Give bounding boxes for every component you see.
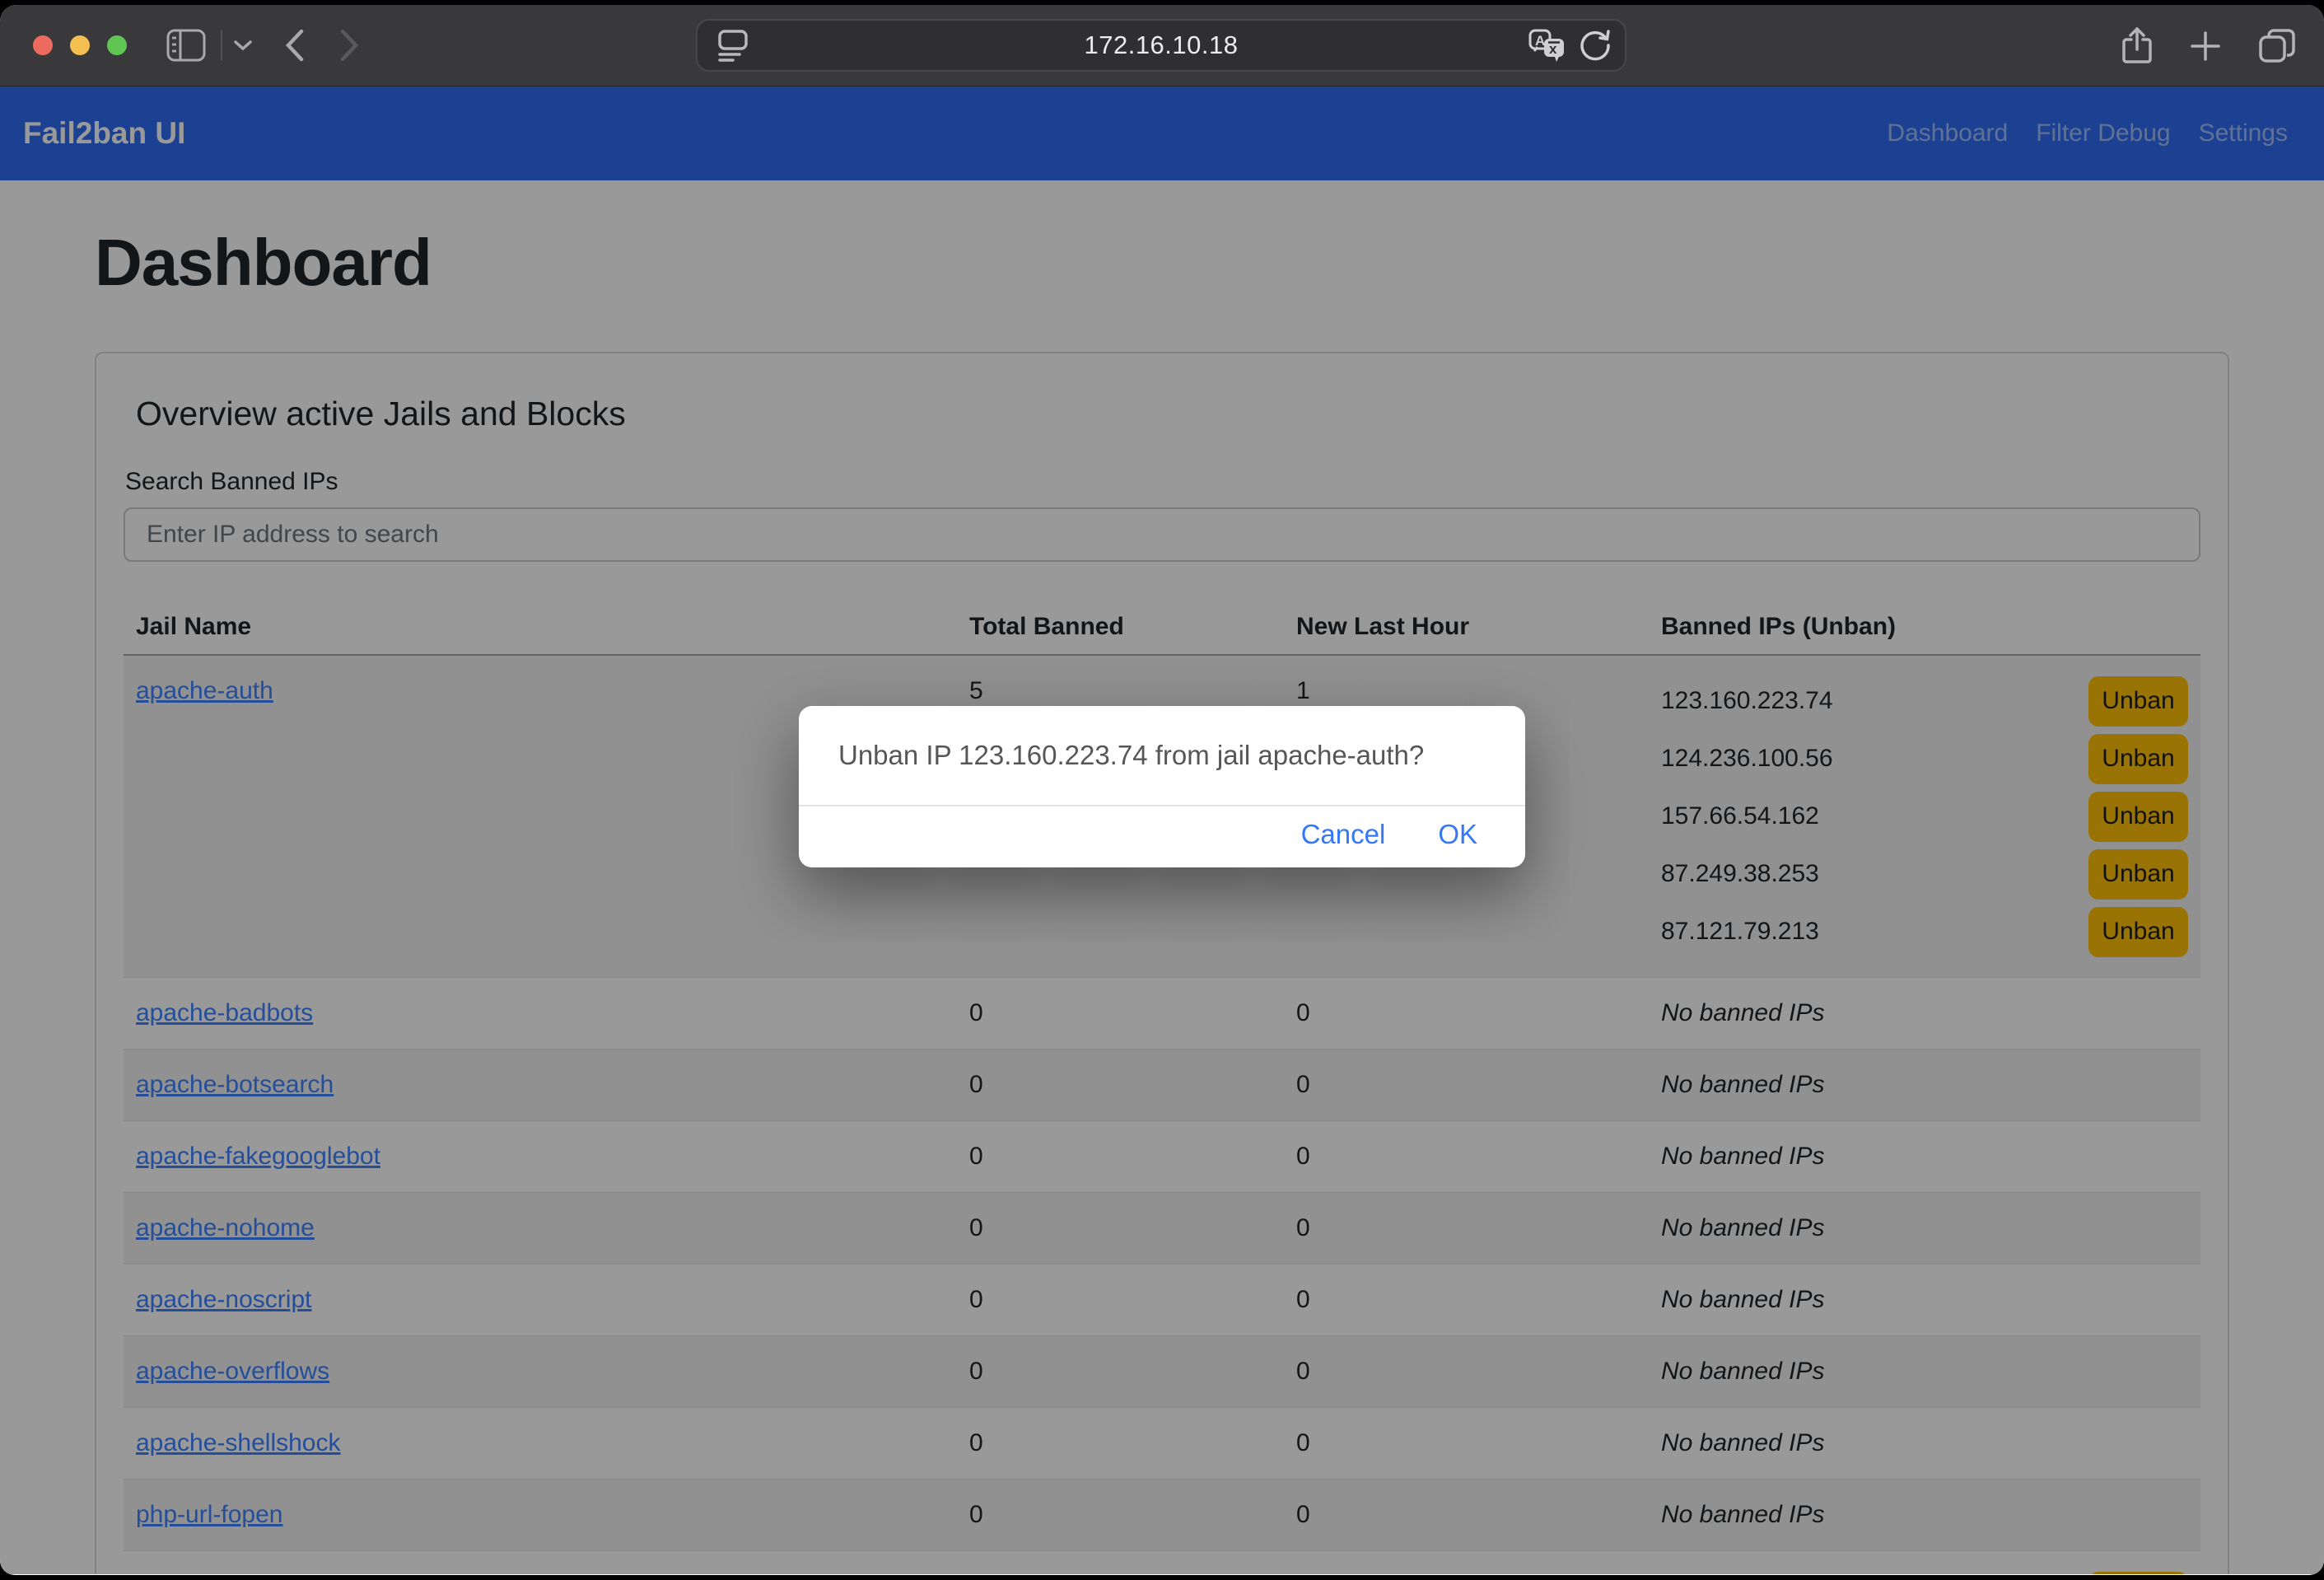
traffic-lights bbox=[33, 35, 127, 55]
new-tab-icon[interactable] bbox=[2189, 30, 2222, 63]
address-bar[interactable]: 172.16.10.18 A x bbox=[696, 19, 1626, 72]
reload-icon[interactable] bbox=[1579, 28, 1612, 63]
minimize-window-button[interactable] bbox=[70, 35, 90, 55]
share-icon[interactable] bbox=[2121, 27, 2153, 65]
forward-button[interactable] bbox=[339, 29, 359, 62]
svg-text:x: x bbox=[1549, 41, 1557, 57]
ok-button[interactable]: OK bbox=[1438, 819, 1477, 850]
confirm-dialog-message: Unban IP 123.160.223.74 from jail apache… bbox=[838, 740, 1424, 771]
svg-text:A: A bbox=[1535, 33, 1545, 49]
page-format-icon[interactable] bbox=[717, 28, 749, 63]
toolbar-divider bbox=[221, 30, 222, 60]
chevron-down-icon[interactable] bbox=[234, 40, 252, 51]
close-window-button[interactable] bbox=[33, 35, 53, 55]
confirm-dialog: Unban IP 123.160.223.74 from jail apache… bbox=[799, 706, 1525, 867]
cancel-button[interactable]: Cancel bbox=[1301, 819, 1386, 850]
url-text[interactable]: 172.16.10.18 bbox=[698, 30, 1625, 60]
back-button[interactable] bbox=[285, 29, 305, 62]
browser-toolbar: 172.16.10.18 A x bbox=[0, 5, 2324, 86]
browser-window: 172.16.10.18 A x bbox=[0, 5, 2324, 1575]
web-page: Fail2ban UI Dashboard Filter Debug Setti… bbox=[0, 86, 2324, 1574]
tab-overview-icon[interactable] bbox=[2258, 29, 2296, 63]
zoom-window-button[interactable] bbox=[107, 35, 127, 55]
translate-icon[interactable]: A x bbox=[1528, 28, 1566, 63]
sidebar-toggle-icon[interactable] bbox=[166, 29, 206, 62]
